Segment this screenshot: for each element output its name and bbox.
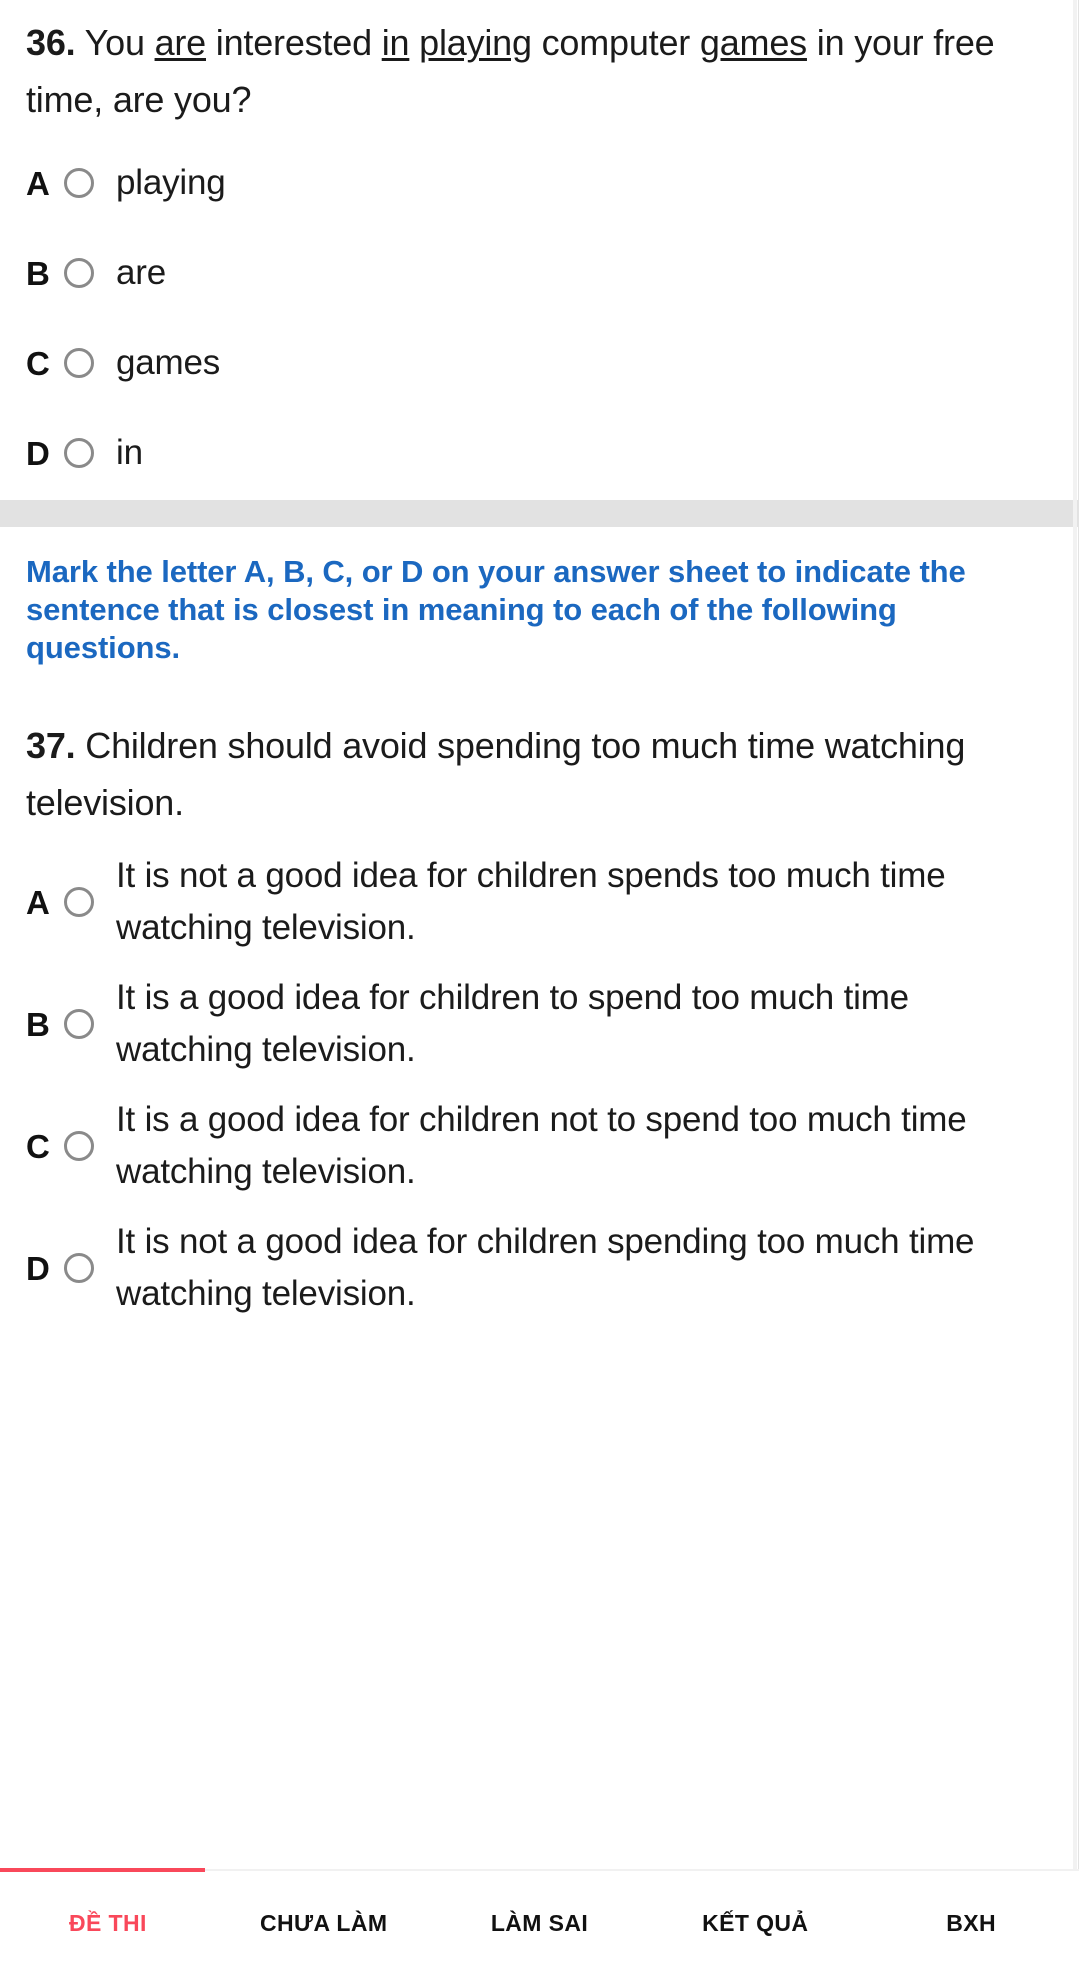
options-37: A It is not a good idea for children spe… <box>26 841 1053 1329</box>
option-letter-b: B <box>26 1005 50 1043</box>
scrollable-content[interactable]: 36. You are interested in playing comput… <box>0 0 1079 1869</box>
option-text-37-a: It is not a good idea for children spend… <box>116 856 946 947</box>
scrollbar-track[interactable] <box>1073 0 1077 1869</box>
question-text-36: You are interested in playing computer g… <box>26 22 995 120</box>
active-tab-indicator <box>0 1868 205 1872</box>
section-divider <box>0 500 1079 527</box>
option-text-37-d: It is not a good idea for children spend… <box>116 1222 975 1313</box>
radio-icon-37-a[interactable] <box>64 887 94 917</box>
radio-icon-36-a[interactable] <box>64 168 94 198</box>
tab-de-thi[interactable]: ĐỀ THI <box>0 1910 216 1937</box>
option-row-37-a[interactable]: A It is not a good idea for children spe… <box>26 841 1053 963</box>
option-row-36-c[interactable]: C games <box>26 318 1053 408</box>
option-letter-b: B <box>26 254 50 292</box>
option-letter-a: A <box>26 883 50 921</box>
radio-icon-37-b[interactable] <box>64 1009 94 1039</box>
option-letter-d: D <box>26 1249 50 1287</box>
option-row-37-b[interactable]: B It is a good idea for children to spen… <box>26 963 1053 1085</box>
option-text-36-a: playing <box>116 163 226 202</box>
option-text-37-b: It is a good idea for children to spend … <box>116 978 909 1069</box>
tab-lam-sai[interactable]: LÀM SAI <box>432 1910 648 1937</box>
tab-bxh[interactable]: BXH <box>863 1910 1079 1937</box>
exam-screen: 36. You are interested in playing comput… <box>0 0 1079 1975</box>
option-row-37-d[interactable]: D It is not a good idea for children spe… <box>26 1207 1053 1329</box>
tab-ket-qua[interactable]: KẾT QUẢ <box>647 1910 863 1937</box>
radio-icon-36-b[interactable] <box>64 258 94 288</box>
option-letter-d: D <box>26 434 50 472</box>
option-row-36-d[interactable]: D in <box>26 408 1053 498</box>
question-text-37: Children should avoid spending too much … <box>26 725 966 823</box>
option-text-36-d: in <box>116 433 143 472</box>
option-row-36-b[interactable]: B are <box>26 228 1053 318</box>
option-letter-c: C <box>26 1127 50 1165</box>
question-number-36: 36. <box>26 22 76 63</box>
radio-icon-36-c[interactable] <box>64 348 94 378</box>
question-stem-36: 36. You are interested in playing comput… <box>26 0 1053 128</box>
radio-icon-37-d[interactable] <box>64 1253 94 1283</box>
options-36: A playing B are C games D in <box>26 138 1053 498</box>
option-letter-a: A <box>26 164 50 202</box>
instruction-text: Mark the letter A, B, C, or D on your an… <box>26 554 966 665</box>
option-text-36-c: games <box>116 343 221 382</box>
question-block-37: 37. Children should avoid spending too m… <box>0 667 1079 1329</box>
tab-chua-lam[interactable]: CHƯA LÀM <box>216 1910 432 1937</box>
option-row-37-c[interactable]: C It is a good idea for children not to … <box>26 1085 1053 1207</box>
bottom-tab-bar: ĐỀ THI CHƯA LÀM LÀM SAI KẾT QUẢ BXH <box>0 1868 1079 1975</box>
radio-icon-36-d[interactable] <box>64 438 94 468</box>
question-block-36: 36. You are interested in playing comput… <box>0 0 1079 498</box>
question-number-37: 37. <box>26 725 76 766</box>
radio-icon-37-c[interactable] <box>64 1131 94 1161</box>
option-letter-c: C <box>26 344 50 382</box>
option-text-36-b: are <box>116 253 166 292</box>
question-stem-37: 37. Children should avoid spending too m… <box>26 703 1053 831</box>
option-row-36-a[interactable]: A playing <box>26 138 1053 228</box>
option-text-37-c: It is a good idea for children not to sp… <box>116 1100 967 1191</box>
